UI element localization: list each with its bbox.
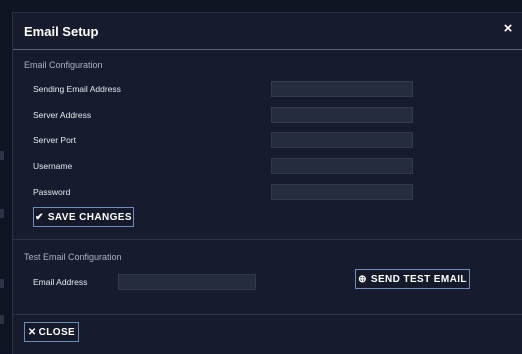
dialog-header: Email Setup ×: [13, 13, 522, 50]
send-test-email-button[interactable]: ⊕ SEND TEST EMAIL: [355, 269, 470, 289]
username-input[interactable]: [271, 158, 413, 174]
server-port-input[interactable]: [271, 132, 413, 148]
backdrop-mark: [0, 209, 4, 218]
footer-divider: [13, 314, 522, 315]
server-address-label: Server Address: [33, 110, 92, 120]
test-email-label: Email Address: [33, 277, 88, 287]
test-configuration-heading: Test Email Configuration: [24, 252, 122, 262]
sending-email-input[interactable]: [271, 81, 413, 97]
check-icon: ✔: [35, 211, 44, 223]
sending-email-label: Sending Email Address: [33, 84, 121, 94]
plus-circle-icon: ⊕: [358, 273, 367, 285]
password-label: Password: [33, 187, 71, 197]
server-port-label: Server Port: [33, 135, 76, 145]
close-label: CLOSE: [38, 326, 76, 338]
server-address-input[interactable]: [271, 107, 413, 123]
section-divider: [13, 239, 522, 240]
backdrop-mark: [0, 151, 4, 160]
save-changes-button[interactable]: ✔ SAVE CHANGES: [33, 207, 134, 227]
close-icon[interactable]: ×: [501, 21, 515, 37]
save-changes-label: SAVE CHANGES: [47, 211, 132, 223]
backdrop-mark: [0, 279, 4, 288]
password-input[interactable]: [271, 184, 413, 200]
test-email-input[interactable]: [118, 274, 256, 290]
email-configuration-heading: Email Configuration: [24, 60, 103, 70]
send-test-email-label: SEND TEST EMAIL: [370, 273, 467, 285]
dialog-title: Email Setup: [24, 24, 99, 39]
username-label: Username: [33, 161, 73, 171]
email-setup-dialog: Email Setup × Email Configuration Sendin…: [12, 12, 522, 354]
close-icon: ✕: [27, 326, 37, 338]
backdrop-mark: [0, 315, 4, 324]
close-button[interactable]: ✕ CLOSE: [24, 322, 79, 342]
